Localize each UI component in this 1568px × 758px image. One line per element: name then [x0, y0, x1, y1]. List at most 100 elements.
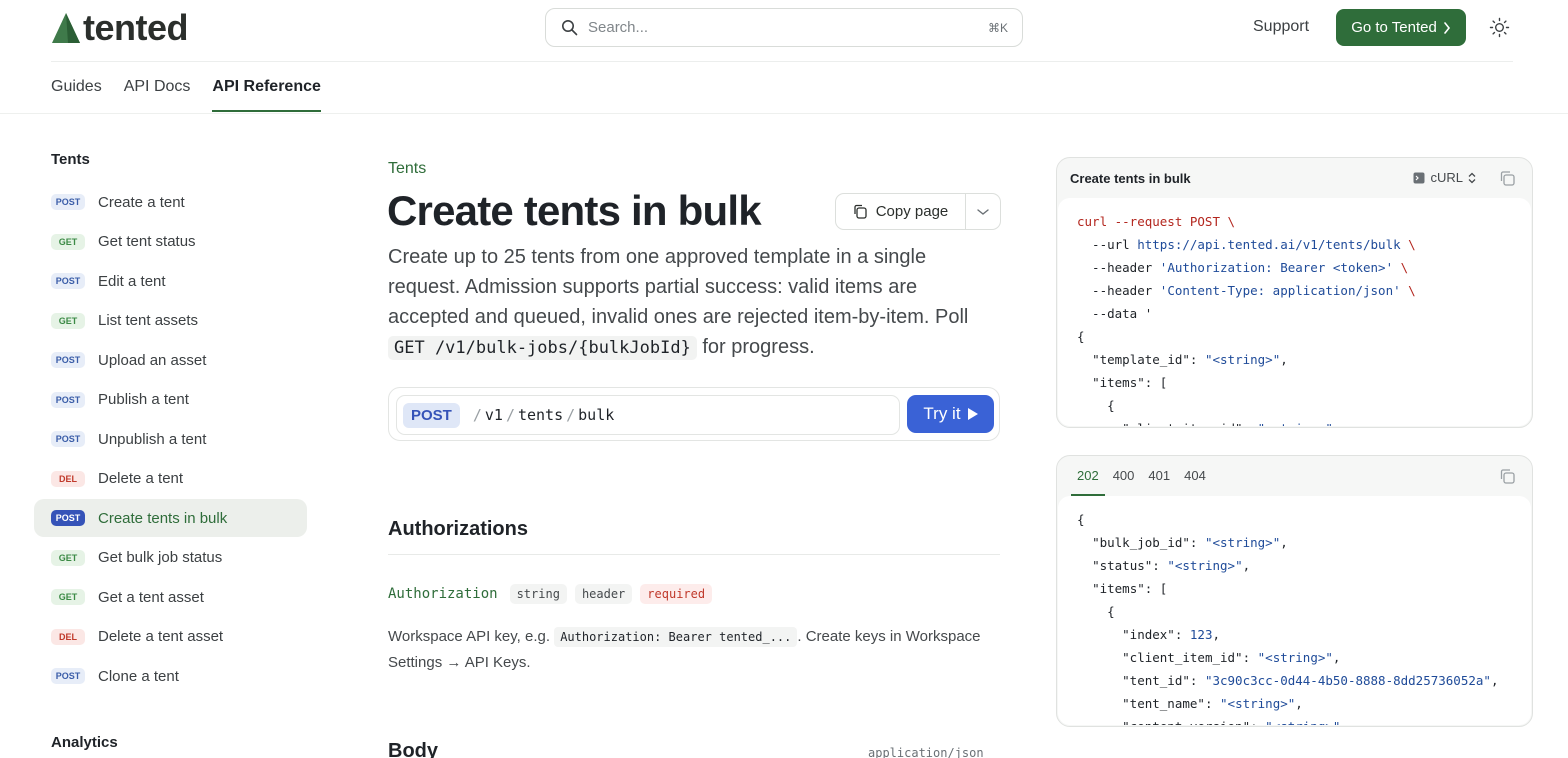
response-tab-202[interactable]: 202	[1071, 456, 1105, 496]
copy-code-icon[interactable]	[1499, 170, 1516, 187]
sidebar-item-label: Edit a tent	[98, 272, 166, 290]
method-badge: GET	[51, 233, 85, 250]
code-line: {	[1077, 604, 1115, 619]
tab-guides[interactable]: Guides	[51, 78, 102, 112]
method-badge: POST	[51, 391, 85, 408]
sidebar-item[interactable]: POST Upload an asset	[34, 341, 307, 379]
try-it-label: Try it	[923, 404, 961, 423]
sidebar-section-analytics[interactable]: Analytics	[51, 734, 118, 751]
method-badge: DEL	[51, 628, 85, 645]
param-type-pill: string	[509, 584, 567, 604]
sidebar-item-label: Get tent status	[98, 233, 196, 250]
code-line: "bulk_job_id": "<string>",	[1092, 535, 1288, 550]
copy-response-icon[interactable]	[1499, 468, 1516, 485]
brand-name: tented	[83, 7, 189, 48]
description-code: GET /v1/bulk-jobs/{bulkJobId}	[388, 336, 697, 360]
method-badge: POST	[51, 510, 85, 526]
sidebar-item[interactable]: GET List tent assets	[34, 302, 307, 340]
auth-param-row: Authorization string header required	[388, 584, 713, 604]
theme-toggle-sun-icon[interactable]	[1489, 17, 1510, 38]
code-line: "client_item_id": "<string>",	[1122, 650, 1341, 665]
breadcrumb[interactable]: Tents	[388, 160, 426, 178]
request-panel-title: Create tents in bulk	[1070, 170, 1191, 186]
sidebar-item-label: Clone a tent	[98, 667, 179, 685]
code-line: "items": [	[1092, 581, 1168, 596]
search-input[interactable]: Search... ⌘K	[545, 8, 1023, 47]
terminal-icon	[1413, 172, 1425, 183]
sidebar-item[interactable]: GET Get a tent asset	[34, 578, 307, 616]
param-name: Authorization	[388, 586, 498, 602]
code-line: "tent_name": "<string>",	[1122, 696, 1303, 711]
copy-page-menu-button[interactable]	[966, 194, 1000, 229]
param-description: Workspace API key, e.g. Authorization: B…	[388, 624, 988, 676]
code-line: --url https://api.tented.ai/v1/tents/bul…	[1077, 237, 1416, 252]
body-heading: Body	[388, 740, 438, 758]
tab-api-reference[interactable]: API Reference	[212, 78, 321, 112]
method-badge: POST	[51, 273, 85, 289]
play-icon	[967, 408, 978, 420]
copy-icon	[854, 204, 867, 219]
support-link[interactable]: Support	[1253, 18, 1309, 36]
endpoint-path-field[interactable]: POST / v1/tents / bulk	[396, 395, 900, 435]
code-line: {	[1077, 398, 1115, 413]
sidebar-item-label: Delete a tent	[98, 470, 184, 487]
sidebar-section-title: Tents	[51, 151, 90, 168]
sidebar-item-label: Create tents in bulk	[98, 509, 228, 527]
chevron-right-icon	[1444, 21, 1450, 34]
method-badge: POST	[51, 431, 85, 447]
code-line: "template_id": "<string>",	[1092, 352, 1288, 367]
sidebar-item-label: Delete a tent asset	[98, 628, 224, 645]
brand-logo[interactable]: tented	[51, 7, 189, 48]
method-badge: POST	[51, 668, 85, 684]
endpoint-bar: POST / v1/tents / bulk Try it	[388, 387, 1000, 441]
tab-api-docs[interactable]: API Docs	[124, 78, 191, 112]
code-line: --header 'Content-Type: application/json…	[1077, 283, 1416, 298]
param-desc-start: Workspace API key, e.g.	[388, 628, 555, 645]
go-to-tented-button[interactable]: Go to Tented	[1336, 9, 1466, 46]
top-nav-tabs: Guides API Docs API Reference	[51, 78, 343, 112]
path-segment: tents	[517, 406, 564, 424]
language-selector[interactable]: cURL	[1413, 170, 1476, 185]
search-shortcut: ⌘K	[987, 20, 1008, 35]
response-tab-401[interactable]: 401	[1148, 456, 1170, 496]
header-divider	[51, 61, 1513, 62]
tent-logo-icon	[52, 13, 80, 43]
sidebar-item[interactable]: GET Get tent status	[34, 223, 307, 261]
try-it-button[interactable]: Try it	[907, 395, 994, 433]
search-icon	[562, 20, 578, 36]
sidebar-item[interactable]: POST Edit a tent	[34, 262, 307, 300]
sidebar-item[interactable]: POST Publish a tent	[34, 381, 307, 419]
method-badge: POST	[51, 194, 85, 210]
search-placeholder: Search...	[588, 19, 649, 36]
sidebar-item-label: Publish a tent	[98, 391, 189, 408]
sidebar-item[interactable]: POST Unpublish a tent	[34, 420, 307, 458]
sidebar-item[interactable]: POST Create a tent	[34, 183, 307, 221]
path-segment: v1	[484, 406, 503, 424]
response-panel-header: 202 400 401 404	[1057, 456, 1532, 496]
chevron-down-icon	[977, 208, 989, 215]
sidebar-item[interactable]: GET Get bulk job status	[34, 539, 307, 577]
code-line: "status": "<string>",	[1092, 558, 1251, 573]
copy-page-button[interactable]: Copy page	[836, 194, 966, 229]
language-label: cURL	[1430, 170, 1463, 185]
request-example-panel: Create tents in bulk cURL curl --request…	[1056, 157, 1533, 428]
request-code-block: curl --request POST \ --url https://api.…	[1058, 198, 1531, 426]
sidebar-item[interactable]: DEL Delete a tent asset	[34, 618, 307, 656]
response-tab-404[interactable]: 404	[1184, 456, 1206, 496]
code-line: "content_version": "<string>",	[1077, 715, 1531, 725]
sidebar-item[interactable]: POST Create tents in bulk	[34, 499, 307, 537]
endpoint-description: Create up to 25 tents from one approved …	[388, 242, 1000, 363]
sidebar-item-label: Upload an asset	[98, 351, 207, 369]
response-example-panel: 202 400 401 404 { "bulk_job_id": "<strin…	[1056, 455, 1533, 727]
go-to-tented-label: Go to Tented	[1351, 19, 1437, 36]
sidebar-item[interactable]: POST Clone a tent	[34, 657, 307, 695]
copy-page-group: Copy page	[835, 193, 1001, 230]
code-line: "tent_id": "3c90c3cc-0d44-4b50-8888-8dd2…	[1122, 673, 1499, 688]
param-location-pill: header	[574, 584, 633, 604]
endpoint-method-badge: POST	[403, 402, 460, 428]
method-badge: GET	[51, 549, 85, 566]
sidebar-item[interactable]: DEL Delete a tent	[34, 460, 307, 498]
description-text-end: for progress.	[696, 336, 815, 358]
response-tab-400[interactable]: 400	[1113, 456, 1135, 496]
sidebar-item-label: List tent assets	[98, 312, 199, 329]
